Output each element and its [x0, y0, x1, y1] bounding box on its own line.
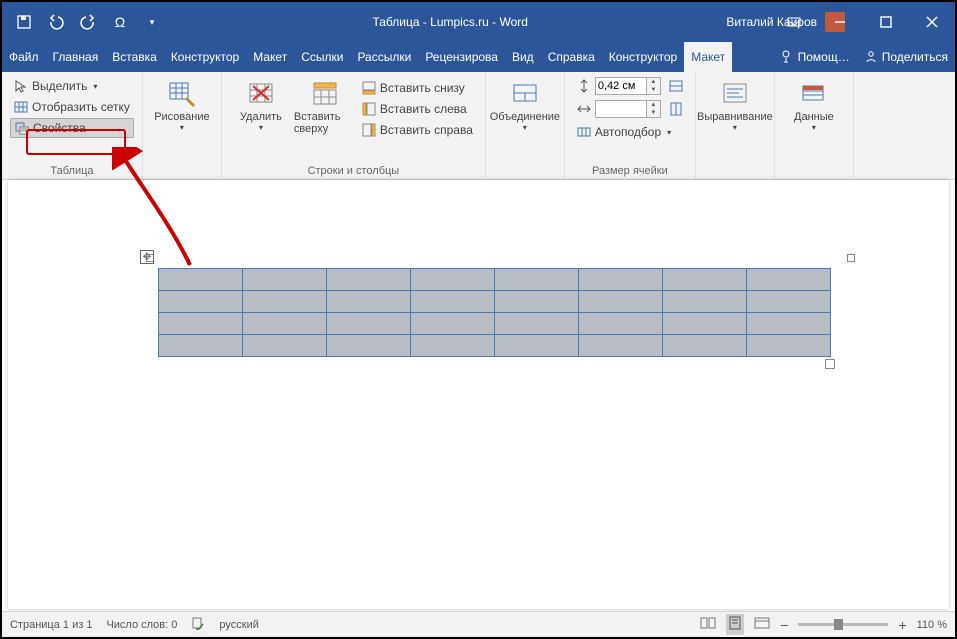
redo-icon[interactable] [74, 8, 102, 36]
undo-icon[interactable] [42, 8, 70, 36]
distribute-rows-icon[interactable] [669, 79, 683, 93]
tab-constructor[interactable]: Конструктор [164, 42, 246, 72]
select-button[interactable]: Выделить▾ [10, 76, 134, 96]
tab-table-layout[interactable]: Макет [684, 42, 732, 72]
group-rows-cols: Удалить▾ Вставить сверху Вставить снизу … [222, 72, 486, 179]
tab-home[interactable]: Главная [46, 42, 106, 72]
tab-references[interactable]: Ссылки [294, 42, 350, 72]
spell-check-icon[interactable] [191, 616, 205, 633]
maximize-icon[interactable] [863, 2, 909, 42]
width-spinner[interactable]: ▲▼ [647, 100, 661, 118]
group-drawing: Рисование▾ [143, 72, 222, 179]
data-button[interactable]: Данные▾ [783, 76, 845, 132]
drawing-button[interactable]: Рисование▾ [151, 76, 213, 132]
insert-left-button[interactable]: Вставить слева [358, 99, 477, 119]
distribute-cols-icon[interactable] [669, 102, 683, 116]
tab-table-constructor[interactable]: Конструктор [602, 42, 684, 72]
show-grid-button[interactable]: Отобразить сетку [10, 97, 134, 117]
ribbon: Выделить▾ Отобразить сетку Свойства Табл… [2, 72, 955, 180]
quick-access-toolbar: Ω ▾ [2, 8, 174, 36]
table-container: ✥ [158, 268, 831, 357]
insert-right-button[interactable]: Вставить справа [358, 120, 477, 140]
width-input[interactable] [595, 100, 647, 118]
width-icon [577, 102, 591, 116]
tab-layout[interactable]: Макет [246, 42, 294, 72]
print-layout-icon[interactable] [726, 614, 744, 635]
ribbon-options-icon[interactable] [771, 2, 817, 42]
language-status[interactable]: русский [219, 619, 258, 631]
zoom-slider[interactable] [798, 623, 888, 626]
tab-view[interactable]: Вид [505, 42, 541, 72]
window-controls [771, 2, 955, 42]
close-icon[interactable] [909, 2, 955, 42]
minimize-icon[interactable] [817, 2, 863, 42]
insert-bottom-button[interactable]: Вставить снизу [358, 78, 477, 98]
save-icon[interactable] [10, 8, 38, 36]
draw-table-icon [167, 79, 197, 109]
tab-insert[interactable]: Вставка [105, 42, 164, 72]
delete-icon [246, 79, 276, 109]
properties-button[interactable]: Свойства [10, 118, 134, 138]
group-rowscols-label: Строки и столбцы [230, 163, 477, 177]
window-title: Таблица - Lumpics.ru - Word [174, 15, 726, 29]
status-bar: Страница 1 из 1 Число слов: 0 русский − … [2, 611, 955, 637]
omega-icon[interactable]: Ω [106, 8, 134, 36]
share-button[interactable]: Поделиться [857, 42, 955, 72]
zoom-out-icon[interactable]: − [780, 617, 788, 633]
zoom-in-icon[interactable]: + [898, 617, 906, 633]
height-input[interactable] [595, 77, 647, 95]
insert-top-button[interactable]: Вставить сверху [294, 76, 356, 135]
group-cellsize-label: Размер ячейки [573, 163, 687, 177]
table-row [159, 335, 831, 357]
ruler-mark [847, 254, 855, 262]
table-row [159, 291, 831, 313]
data-icon [799, 79, 829, 109]
word-count[interactable]: Число слов: 0 [106, 619, 177, 631]
zoom-value[interactable]: 110 % [917, 619, 947, 631]
page-status[interactable]: Страница 1 из 1 [10, 619, 92, 631]
row-height[interactable]: ▲▼ [573, 76, 687, 96]
group-alignment: Выравнивание▾ [696, 72, 775, 179]
document-area[interactable]: ✥ [8, 180, 949, 609]
alignment-icon [720, 79, 750, 109]
drawing-label: Рисование [154, 111, 209, 123]
table-move-handle[interactable]: ✥ [140, 250, 154, 264]
title-bar: Ω ▾ Таблица - Lumpics.ru - Word Виталий … [2, 2, 955, 42]
group-table-label: Таблица [10, 163, 134, 177]
tab-review[interactable]: Рецензирова [418, 42, 505, 72]
table-row [159, 269, 831, 291]
height-spinner[interactable]: ▲▼ [647, 77, 661, 95]
autofit-button[interactable]: Автоподбор▾ [573, 122, 687, 142]
group-table: Выделить▾ Отобразить сетку Свойства Табл… [2, 72, 143, 179]
tab-file[interactable]: Файл [2, 42, 46, 72]
insert-top-icon [310, 79, 340, 109]
alignment-button[interactable]: Выравнивание▾ [704, 76, 766, 132]
delete-button[interactable]: Удалить▾ [230, 76, 292, 132]
table-row [159, 313, 831, 335]
tab-mailings[interactable]: Рассылки [350, 42, 418, 72]
qat-dropdown-icon[interactable]: ▾ [138, 8, 166, 36]
merge-icon [510, 79, 540, 109]
ribbon-tabs: Файл Главная Вставка Конструктор Макет С… [2, 42, 955, 72]
document-table[interactable] [158, 268, 831, 357]
tell-me[interactable]: Помощ… [773, 42, 857, 72]
group-merge: Объединение▾ [486, 72, 565, 179]
col-width[interactable]: ▲▼ [573, 99, 687, 119]
group-data: Данные▾ [775, 72, 854, 179]
tab-help[interactable]: Справка [541, 42, 602, 72]
group-cell-size: ▲▼ ▲▼ Автоподбор▾ Размер ячейки [565, 72, 696, 179]
table-resize-handle[interactable] [825, 359, 835, 369]
height-icon [577, 79, 591, 93]
web-layout-icon[interactable] [754, 616, 770, 633]
merge-button[interactable]: Объединение▾ [494, 76, 556, 132]
read-mode-icon[interactable] [700, 616, 716, 633]
